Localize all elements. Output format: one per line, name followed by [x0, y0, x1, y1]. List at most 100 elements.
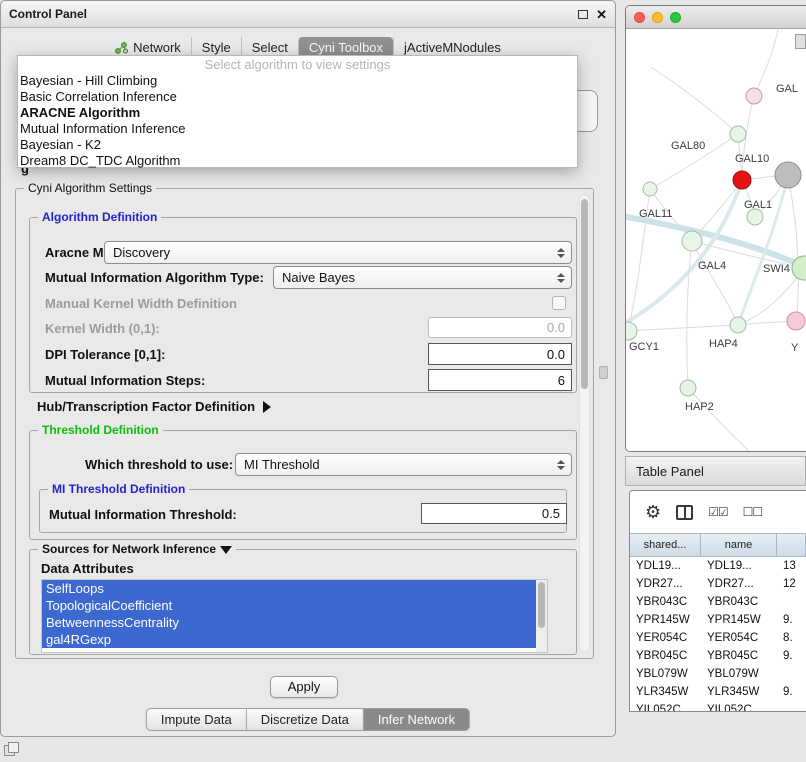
- desktop-window-icon[interactable]: [4, 742, 20, 757]
- combo-arrows-icon: [557, 460, 565, 470]
- tab-infer-network[interactable]: Infer Network: [364, 708, 470, 731]
- column-header-clipped[interactable]: [777, 534, 806, 556]
- cell: YER054C: [630, 632, 701, 644]
- mi-type-label: Mutual Information Algorithm Type:: [45, 268, 264, 288]
- sources-toggle[interactable]: Sources for Network Inference: [38, 542, 236, 556]
- network-canvas[interactable]: GAL GAL80 GAL10 GAL11 GAL1 SWI4 GAL4 GCY…: [626, 29, 806, 451]
- table-row[interactable]: YBR043CYBR043C: [630, 593, 806, 611]
- dropdown-item[interactable]: Basic Correlation Inference: [18, 89, 577, 105]
- table-row[interactable]: YBR045CYBR045C9.: [630, 647, 806, 665]
- table-row[interactable]: YLR345WYLR345W9.: [630, 683, 806, 701]
- dropdown-item[interactable]: Mutual Information Inference: [18, 121, 577, 137]
- mac-zoom-icon[interactable]: [670, 12, 681, 23]
- network-node[interactable]: [775, 162, 801, 188]
- dropdown-item[interactable]: Dream8 DC_TDC Algorithm: [18, 153, 577, 169]
- tab-impute-data[interactable]: Impute Data: [146, 708, 247, 731]
- table-row[interactable]: YIL052CYIL052C: [630, 701, 806, 712]
- network-node[interactable]: [730, 317, 746, 333]
- cell: YPR145W: [701, 614, 777, 626]
- float-window-icon[interactable]: [578, 10, 588, 19]
- data-attributes-list[interactable]: SelfLoops TopologicalCoefficient Between…: [41, 579, 548, 653]
- network-node[interactable]: [643, 182, 657, 196]
- gear-icon[interactable]: ⚙: [645, 503, 661, 521]
- panel-resize-grip[interactable]: [599, 366, 608, 379]
- which-threshold-select[interactable]: MI Threshold: [235, 453, 572, 476]
- network-node[interactable]: [747, 209, 763, 225]
- mi-type-select[interactable]: Naive Bayes: [273, 266, 572, 289]
- settings-scrollbar-thumb[interactable]: [581, 199, 588, 389]
- input-value: 0.5: [542, 506, 560, 521]
- network-node[interactable]: [626, 322, 637, 340]
- node-label: HAP4: [709, 338, 738, 350]
- column-header-shared-name[interactable]: shared...: [630, 534, 701, 556]
- table-panel-titlebar[interactable]: Table Panel: [625, 456, 806, 486]
- network-node-red[interactable]: [733, 171, 751, 189]
- tab-discretize-data[interactable]: Discretize Data: [247, 708, 364, 731]
- attributes-scrollbar[interactable]: [536, 580, 547, 652]
- dropdown-item[interactable]: Bayesian - K2: [18, 137, 577, 153]
- manual-kernel-checkbox[interactable]: [552, 296, 566, 310]
- columns-icon[interactable]: [676, 505, 693, 520]
- dpi-tolerance-label: DPI Tolerance [0,1]:: [45, 345, 165, 365]
- hub-definition-toggle[interactable]: Hub/Transcription Factor Definition: [37, 399, 271, 414]
- cell: YBL079W: [630, 668, 701, 680]
- node-label: GAL80: [671, 140, 705, 152]
- mac-minimize-icon[interactable]: [652, 12, 663, 23]
- kernel-width-input[interactable]: 0.0: [428, 317, 572, 338]
- expanded-arrow-icon: [220, 546, 232, 554]
- which-threshold-label: Which threshold to use:: [85, 455, 233, 475]
- settings-scrollbar[interactable]: [579, 194, 590, 652]
- table-row[interactable]: YPR145WYPR145W9.: [630, 611, 806, 629]
- cell: 12: [777, 578, 806, 590]
- network-node[interactable]: [746, 88, 762, 104]
- network-graph[interactable]: GAL GAL80 GAL10 GAL11 GAL1 SWI4 GAL4 GCY…: [626, 29, 806, 452]
- control-panel-titlebar[interactable]: Control Panel ✕: [1, 1, 615, 28]
- table-row[interactable]: YDL19...YDL19...13: [630, 557, 806, 575]
- group-title: MI Threshold Definition: [48, 482, 189, 496]
- list-item[interactable]: gal4RGexp: [42, 631, 536, 648]
- collapsed-arrow-icon: [263, 401, 271, 413]
- cell: YBR045C: [630, 650, 701, 662]
- table-row[interactable]: YBL079WYBL079W: [630, 665, 806, 683]
- table-panel-title: Table Panel: [636, 464, 704, 479]
- mi-threshold-input[interactable]: 0.5: [421, 503, 567, 524]
- list-item[interactable]: BetweennessCentrality: [42, 614, 536, 631]
- list-item[interactable]: SelfLoops: [42, 580, 536, 597]
- node-label: GAL10: [735, 153, 769, 165]
- cell: YIL052C: [701, 704, 777, 712]
- column-header-name[interactable]: name: [701, 534, 777, 556]
- group-title: Cyni Algorithm Settings: [24, 181, 156, 195]
- mac-close-icon[interactable]: [634, 12, 645, 23]
- list-item[interactable]: TopologicalCoefficient: [42, 597, 536, 614]
- network-node[interactable]: [730, 126, 746, 142]
- table-row[interactable]: YER054CYER054C8.: [630, 629, 806, 647]
- select-all-checkboxes-icon[interactable]: ☑☑: [708, 506, 728, 518]
- network-node[interactable]: [680, 380, 696, 396]
- network-window-titlebar[interactable]: [626, 6, 806, 29]
- selected-value: Discovery: [113, 245, 170, 260]
- network-node[interactable]: [787, 312, 805, 330]
- deselect-all-checkboxes-icon[interactable]: ☐☐: [743, 506, 763, 518]
- attributes-scrollbar-thumb[interactable]: [538, 582, 545, 628]
- bottom-tabbar: Impute Data Discretize Data Infer Networ…: [146, 708, 470, 731]
- aracne-mode-select[interactable]: Discovery: [104, 241, 572, 264]
- dropdown-item[interactable]: Bayesian - Hill Climbing: [18, 73, 577, 89]
- birdseye-widget[interactable]: [795, 34, 806, 49]
- mi-steps-input[interactable]: 6: [428, 369, 572, 391]
- cell: YER054C: [701, 632, 777, 644]
- close-icon[interactable]: ✕: [596, 8, 607, 21]
- cell: YBR043C: [701, 596, 777, 608]
- apply-button[interactable]: Apply: [270, 676, 338, 698]
- cell: YBR043C: [630, 596, 701, 608]
- node-label: GAL4: [698, 260, 726, 272]
- cell: YDR27...: [630, 578, 701, 590]
- dpi-tolerance-input[interactable]: 0.0: [428, 343, 572, 365]
- input-value: 0.0: [547, 320, 565, 335]
- cell: YLR345W: [701, 686, 777, 698]
- table-row[interactable]: YDR27...YDR27...12: [630, 575, 806, 593]
- network-node[interactable]: [682, 231, 702, 251]
- tab-label: jActiveMNodules: [404, 40, 501, 55]
- table-toolbar: ⚙ ☑☑ ☐☐: [630, 491, 806, 533]
- kernel-width-label: Kernel Width (0,1):: [45, 319, 160, 339]
- dropdown-item-selected[interactable]: ARACNE Algorithm: [18, 105, 577, 121]
